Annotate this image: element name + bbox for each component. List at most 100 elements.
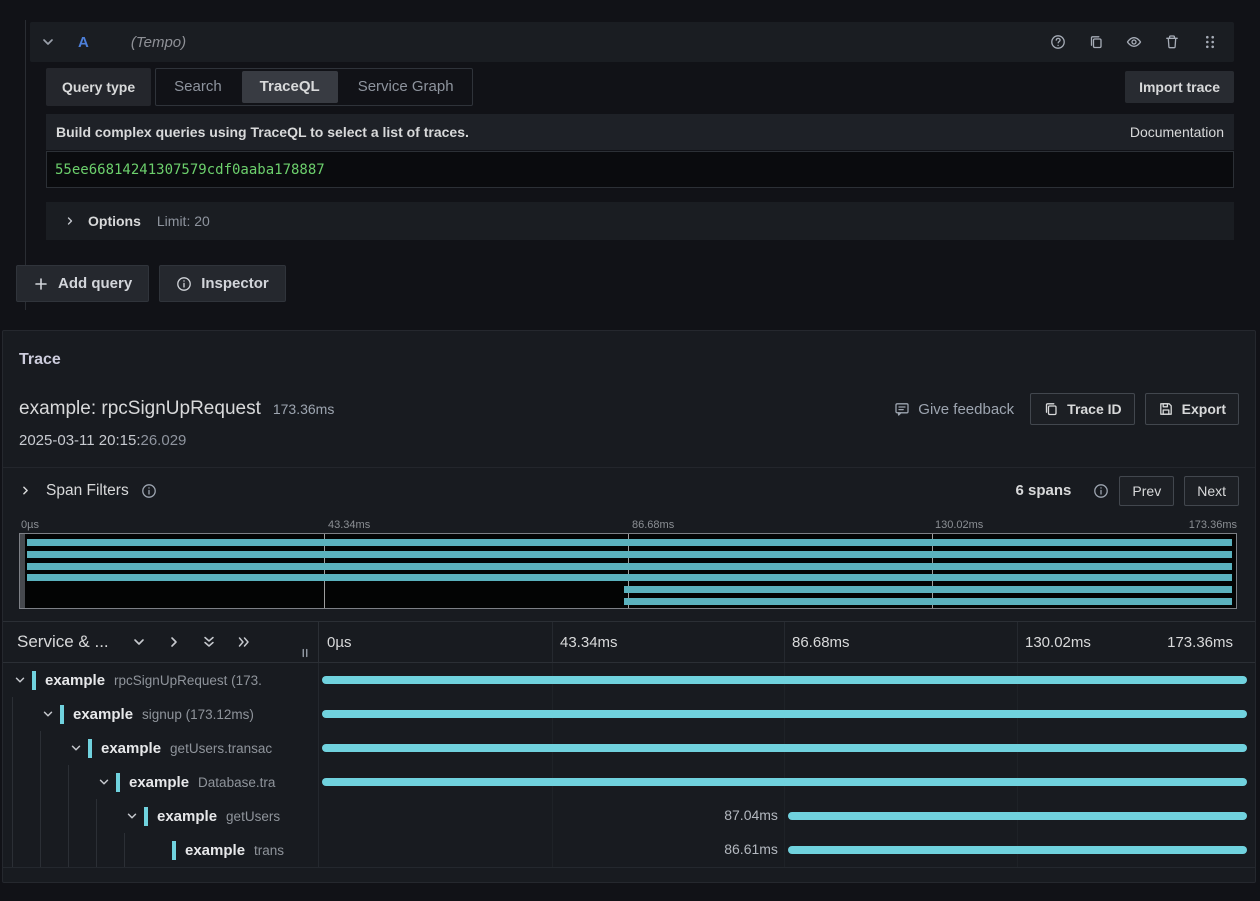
collapse-one-icon[interactable]: [131, 634, 147, 650]
operation-name: getUsers: [226, 808, 281, 824]
minimap-tick: 43.34ms: [328, 519, 371, 531]
chevron-down-icon[interactable]: [125, 809, 139, 823]
export-button[interactable]: Export: [1144, 393, 1239, 425]
span-duration-bar[interactable]: [787, 812, 1247, 820]
span-duration-bar[interactable]: [322, 778, 1247, 786]
timeline-gridline: [1017, 622, 1018, 662]
next-span-button[interactable]: Next: [1184, 475, 1239, 506]
chevron-down-icon[interactable]: [69, 741, 83, 755]
span-name-cell[interactable]: example Database.tra: [3, 765, 319, 799]
service-operation-header: Service & ...: [3, 622, 319, 662]
span-duration-label: 87.04ms: [724, 807, 778, 823]
operation-name: rpcSignUpRequest (173.: [114, 672, 262, 688]
add-query-label: Add query: [58, 275, 133, 292]
import-trace-button[interactable]: Import trace: [1125, 71, 1234, 103]
span-name-cell[interactable]: example trans: [3, 833, 319, 867]
chevron-right-icon[interactable]: [64, 215, 76, 227]
tab-service-graph[interactable]: Service Graph: [340, 71, 472, 103]
tab-search[interactable]: Search: [156, 71, 240, 103]
span-table-header: Service & ... 0µs 43.34ms 86.68ms 130.02…: [3, 621, 1255, 663]
add-query-button[interactable]: Add query: [16, 265, 150, 302]
span-row[interactable]: example Database.tra: [3, 765, 1255, 799]
traceql-query-input[interactable]: 55ee66814241307579cdf0aaba178887: [46, 151, 1234, 188]
span-duration-bar[interactable]: [322, 710, 1247, 718]
trace-id-button[interactable]: Trace ID: [1030, 393, 1135, 425]
service-color-bar: [88, 738, 92, 758]
query-type-tabs: Search TraceQL Service Graph: [155, 68, 473, 106]
span-row[interactable]: example trans 86.61ms: [3, 833, 1255, 867]
service-name: example: [157, 807, 218, 825]
save-icon: [1158, 401, 1174, 417]
span-bar-cell[interactable]: [319, 663, 1255, 697]
options-label: Options: [88, 213, 141, 229]
chevron-down-icon[interactable]: [13, 673, 27, 687]
tab-traceql[interactable]: TraceQL: [241, 71, 338, 103]
banner-text: Build complex queries using TraceQL to s…: [56, 124, 469, 140]
trace-header: example: rpcSignUpRequest 173.36ms Give …: [19, 391, 1239, 427]
drag-handle-icon[interactable]: [1202, 34, 1218, 50]
info-circle-icon[interactable]: [1093, 483, 1109, 499]
service-name: example: [73, 705, 134, 723]
span-row[interactable]: example getUsers.transac: [3, 731, 1255, 765]
span-duration-bar[interactable]: [787, 846, 1247, 854]
minimap-time-labels: 0µs 43.34ms 86.68ms 130.02ms 173.36ms: [19, 519, 1237, 532]
span-duration-bar[interactable]: [322, 744, 1247, 752]
chevron-down-icon[interactable]: [40, 34, 56, 50]
trace-duration: 173.36ms: [272, 401, 335, 417]
timeline-tick: 130.02ms: [1025, 634, 1091, 651]
span-row[interactable]: example signup (173.12ms): [3, 697, 1255, 731]
span-bar-cell[interactable]: [319, 731, 1255, 765]
span-name-cell[interactable]: example rpcSignUpRequest (173.: [3, 663, 319, 697]
query-options-row[interactable]: Options Limit: 20: [46, 202, 1234, 240]
expand-all-icon[interactable]: [236, 634, 252, 650]
expand-one-icon[interactable]: [166, 634, 182, 650]
span-bar-cell[interactable]: [319, 697, 1255, 731]
prev-span-button[interactable]: Prev: [1119, 475, 1175, 506]
documentation-link[interactable]: Documentation: [1130, 124, 1224, 140]
minimap-viewport-handle[interactable]: [20, 534, 25, 608]
trace-panel: Trace example: rpcSignUpRequest 173.36ms…: [2, 330, 1256, 883]
give-feedback-link[interactable]: Give feedback: [894, 401, 1014, 418]
column-resize-handle[interactable]: [298, 646, 312, 660]
tree-guide-line: [124, 833, 125, 867]
collapse-all-icon[interactable]: [201, 634, 217, 650]
minimap-tick: 130.02ms: [935, 519, 984, 531]
chevron-right-icon[interactable]: [19, 484, 32, 497]
service-name: example: [45, 671, 106, 689]
timeline-gridline: [552, 622, 553, 662]
span-bar-cell[interactable]: 87.04ms: [319, 799, 1255, 833]
span-filters-label[interactable]: Span Filters: [46, 482, 129, 500]
help-icon[interactable]: [1050, 34, 1066, 50]
chevron-down-icon[interactable]: [97, 775, 111, 789]
span-name-cell[interactable]: example getUsers: [3, 799, 319, 833]
trace-minimap[interactable]: [19, 533, 1237, 609]
export-label: Export: [1181, 401, 1226, 417]
span-name-cell[interactable]: example getUsers.transac: [3, 731, 319, 765]
span-duration-bar[interactable]: [322, 676, 1247, 684]
span-row[interactable]: example rpcSignUpRequest (173.: [3, 663, 1255, 697]
minimap-tick: 173.36ms: [1188, 519, 1237, 531]
delete-query-icon[interactable]: [1164, 34, 1180, 50]
span-bar-cell[interactable]: [319, 765, 1255, 799]
trace-timestamp: 2025-03-11 20:15:26.029: [19, 432, 186, 449]
timestamp-seconds: 26.029: [140, 432, 187, 449]
minimap-tick: 0µs: [21, 519, 39, 531]
service-color-bar: [172, 840, 176, 860]
span-bar-cell[interactable]: 86.61ms: [319, 833, 1255, 867]
chevron-down-icon[interactable]: [41, 707, 55, 721]
inspector-label: Inspector: [201, 275, 269, 292]
span-filters-row: Span Filters 6 spans Prev Next: [3, 467, 1255, 513]
timeline-tick: 0µs: [327, 634, 352, 651]
datasource-label: (Tempo): [130, 33, 187, 51]
query-row-header[interactable]: A (Tempo): [30, 22, 1234, 62]
toggle-visibility-icon[interactable]: [1126, 34, 1142, 50]
span-row[interactable]: example getUsers 87.04ms: [3, 799, 1255, 833]
span-rows: example rpcSignUpRequest (173. example s…: [3, 663, 1255, 867]
span-name-cell[interactable]: example signup (173.12ms): [3, 697, 319, 731]
info-circle-icon[interactable]: [141, 483, 157, 499]
tree-guide-line: [40, 731, 41, 867]
tree-guide-line: [12, 697, 13, 867]
service-name: example: [129, 773, 190, 791]
duplicate-query-icon[interactable]: [1088, 34, 1104, 50]
inspector-button[interactable]: Inspector: [159, 265, 286, 302]
